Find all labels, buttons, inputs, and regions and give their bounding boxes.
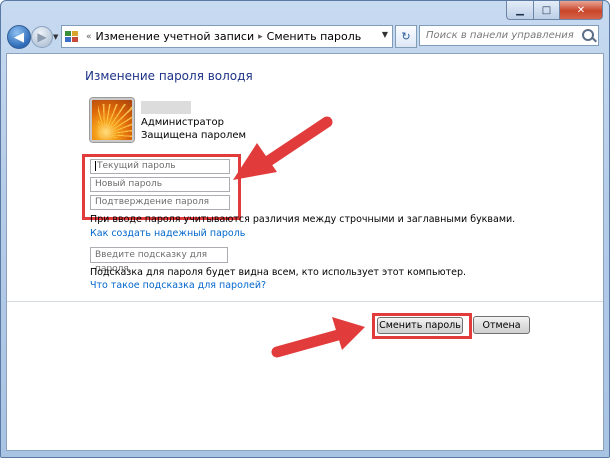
account-protection-status: Защищена паролем — [141, 130, 247, 141]
current-password-placeholder: Текущий пароль — [97, 161, 176, 171]
strong-password-link[interactable]: Как создать надежный пароль — [90, 228, 245, 239]
minimize-button[interactable]: ▁ — [506, 1, 533, 20]
back-button[interactable]: ◀ — [7, 25, 31, 49]
control-panel-icon — [65, 30, 79, 43]
close-button[interactable]: ✕ — [559, 1, 603, 20]
address-bar[interactable]: « Изменение учетной записи ▸ Сменить пар… — [61, 25, 393, 48]
case-sensitivity-note: При вводе пароля учитываются различия ме… — [90, 214, 516, 225]
hint-visibility-note: Подсказка для пароля будет видна всем, к… — [90, 267, 467, 278]
navigation-bar: ◀ ▶ ▼ « Изменение учетной записи ▸ Смени… — [1, 23, 609, 51]
user-avatar-icon — [90, 98, 134, 142]
breadcrumb-item-account[interactable]: Изменение учетной записи — [96, 30, 255, 43]
account-role: Администратор — [141, 117, 224, 128]
refresh-button[interactable]: ↻ — [395, 25, 417, 48]
password-hint-field[interactable]: Введите подсказку для пароля — [90, 247, 228, 274]
breadcrumb-item-change-password[interactable]: Сменить пароль — [267, 30, 362, 43]
divider — [7, 301, 603, 302]
recent-pages-dropdown[interactable]: ▼ — [53, 33, 58, 41]
cancel-button[interactable]: Отмена — [473, 316, 530, 334]
main-content: Изменение пароля володя Администратор За… — [6, 53, 604, 451]
title-bar: ▁ □ ✕ — [1, 1, 609, 23]
control-panel-window: ▁ □ ✕ ◀ ▶ ▼ « Изменение учетной записи ▸… — [0, 0, 610, 458]
search-placeholder: Поиск в панели управления — [426, 30, 574, 41]
confirm-password-field[interactable]: Подтверждение пароля — [90, 195, 230, 210]
forward-button[interactable]: ▶ — [31, 26, 53, 48]
new-password-field[interactable]: Новый пароль — [90, 177, 230, 192]
username-redacted — [141, 101, 191, 114]
change-password-button[interactable]: Сменить пароль — [377, 317, 463, 334]
caption-buttons: ▁ □ ✕ — [506, 1, 603, 20]
search-icon[interactable] — [582, 29, 594, 41]
maximize-button[interactable]: □ — [533, 1, 559, 20]
breadcrumb-overflow-chevron[interactable]: « — [86, 32, 92, 42]
what-is-hint-link[interactable]: Что такое подсказка для паролей? — [90, 280, 266, 291]
page-title: Изменение пароля володя — [85, 69, 253, 83]
address-dropdown-icon[interactable]: ▼ — [382, 30, 388, 39]
current-password-field[interactable]: Текущий пароль — [90, 159, 230, 174]
search-input[interactable]: Поиск в панели управления — [419, 25, 599, 46]
breadcrumb-separator[interactable]: ▸ — [258, 32, 263, 42]
